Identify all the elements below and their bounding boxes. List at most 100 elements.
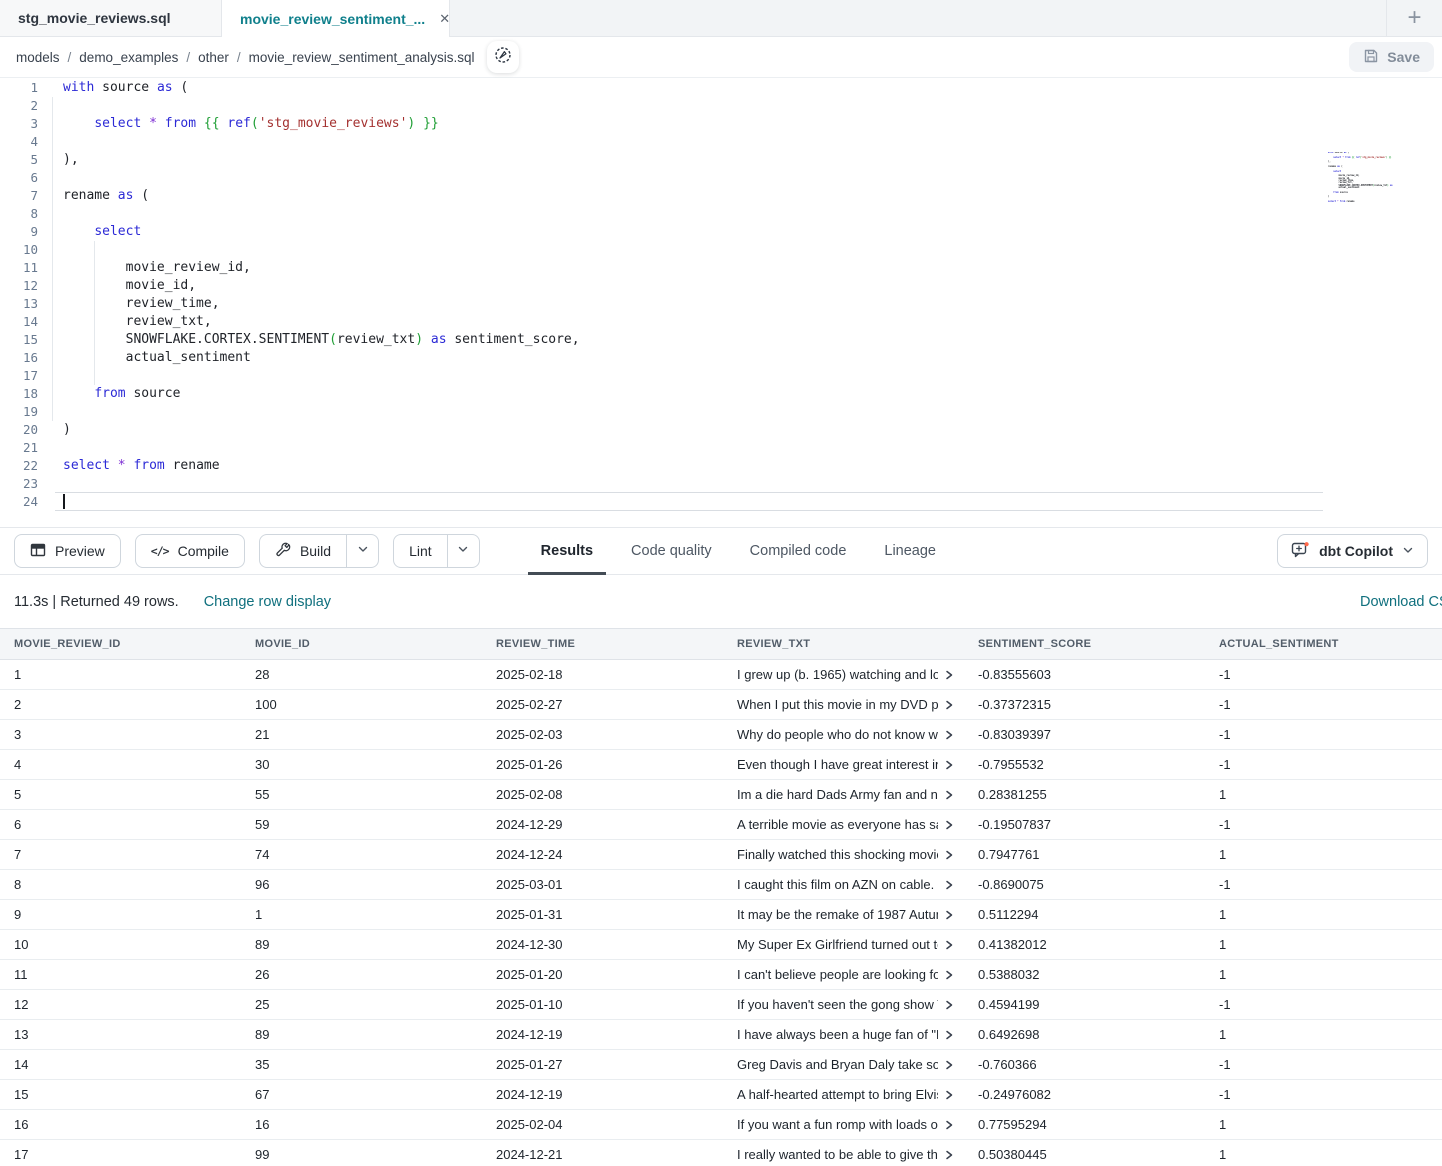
table-row[interactable]: 15672024-12-19A half-hearted attempt to … bbox=[0, 1080, 1442, 1110]
expand-review-icon[interactable] bbox=[945, 1149, 954, 1161]
column-header[interactable]: MOVIE_ID bbox=[241, 638, 482, 650]
review-text: A terrible movie as everyone has said. … bbox=[737, 817, 938, 832]
compile-button[interactable]: </> Compile bbox=[135, 534, 245, 568]
expand-review-icon[interactable] bbox=[945, 1029, 954, 1041]
expand-review-icon[interactable] bbox=[945, 849, 954, 861]
table-row[interactable]: 3212025-02-03Why do people who do not kn… bbox=[0, 720, 1442, 750]
expand-review-icon[interactable] bbox=[945, 939, 954, 951]
line-number: 4 bbox=[0, 133, 38, 151]
expand-review-icon[interactable] bbox=[945, 1059, 954, 1071]
build-dropdown-caret[interactable] bbox=[346, 535, 378, 567]
code-line: movie_review_id, bbox=[63, 259, 1322, 277]
preview-label: Preview bbox=[55, 543, 105, 559]
chevron-down-icon bbox=[1402, 543, 1414, 559]
copilot-label: dbt Copilot bbox=[1319, 543, 1393, 559]
build-button[interactable]: Build bbox=[260, 535, 346, 567]
code-line bbox=[63, 133, 1322, 151]
code-editor[interactable]: 123456789101112131415161718192021222324 … bbox=[0, 78, 1442, 527]
tab-lineage[interactable]: Lineage bbox=[865, 528, 955, 574]
table-row[interactable]: 16162025-02-04If you want a fun romp wit… bbox=[0, 1110, 1442, 1140]
breadcrumb-segment[interactable]: demo_examples bbox=[79, 50, 178, 65]
table-row[interactable]: 21002025-02-27When I put this movie in m… bbox=[0, 690, 1442, 720]
table-cell: -0.760366 bbox=[964, 1057, 1205, 1072]
tab-movie-review-sentiment[interactable]: movie_review_sentiment_... ✕ bbox=[222, 0, 450, 37]
line-number: 12 bbox=[0, 277, 38, 295]
expand-review-icon[interactable] bbox=[945, 789, 954, 801]
editor-minimap: with source as ( select * from {{ ref('s… bbox=[1328, 152, 1394, 208]
dbt-copilot-button[interactable]: dbt Copilot bbox=[1277, 534, 1428, 568]
column-header[interactable]: SENTIMENT_SCORE bbox=[964, 638, 1205, 650]
breadcrumb-segment[interactable]: models bbox=[16, 50, 60, 65]
breadcrumb-segment[interactable]: movie_review_sentiment_analysis.sql bbox=[249, 50, 475, 65]
table-cell: 0.5388032 bbox=[964, 967, 1205, 982]
table-row[interactable]: 14352025-01-27Greg Davis and Bryan Daly … bbox=[0, 1050, 1442, 1080]
close-tab-icon[interactable]: ✕ bbox=[439, 12, 450, 25]
line-number: 22 bbox=[0, 457, 38, 475]
table-cell: 14 bbox=[0, 1057, 241, 1072]
column-header[interactable]: REVIEW_TXT bbox=[723, 638, 964, 650]
table-cell: 2024-12-19 bbox=[482, 1027, 723, 1042]
new-tab-button[interactable]: + bbox=[1386, 0, 1442, 36]
review-text: Why do people who do not know what… bbox=[737, 727, 938, 742]
lint-button[interactable]: Lint bbox=[394, 535, 447, 567]
tab-results[interactable]: Results bbox=[522, 528, 612, 574]
expand-review-icon[interactable] bbox=[945, 969, 954, 981]
table-cell: 26 bbox=[241, 967, 482, 982]
expand-review-icon[interactable] bbox=[945, 729, 954, 741]
preview-button[interactable]: Preview bbox=[14, 534, 121, 568]
table-cell: 2 bbox=[0, 697, 241, 712]
table-cell: A half-hearted attempt to bring Elvis P… bbox=[723, 1087, 964, 1102]
review-text: A half-hearted attempt to bring Elvis P… bbox=[737, 1087, 938, 1102]
expand-review-icon[interactable] bbox=[945, 879, 954, 891]
change-row-display-link[interactable]: Change row display bbox=[204, 594, 331, 610]
lint-dropdown-caret[interactable] bbox=[447, 535, 479, 567]
review-text: I have always been a huge fan of "Hom… bbox=[737, 1027, 938, 1042]
table-cell: 21 bbox=[241, 727, 482, 742]
expand-review-icon[interactable] bbox=[945, 1119, 954, 1131]
table-row[interactable]: 6592024-12-29A terrible movie as everyon… bbox=[0, 810, 1442, 840]
table-cell: 2024-12-21 bbox=[482, 1147, 723, 1162]
table-cell: 2024-12-30 bbox=[482, 937, 723, 952]
table-cell: 100 bbox=[241, 697, 482, 712]
table-cell: 11 bbox=[0, 967, 241, 982]
tab-compiled-code[interactable]: Compiled code bbox=[731, 528, 866, 574]
column-header[interactable]: REVIEW_TIME bbox=[482, 638, 723, 650]
expand-review-icon[interactable] bbox=[945, 699, 954, 711]
expand-review-icon[interactable] bbox=[945, 759, 954, 771]
tab-code-quality[interactable]: Code quality bbox=[612, 528, 731, 574]
expand-review-icon[interactable] bbox=[945, 909, 954, 921]
table-row[interactable]: 7742024-12-24Finally watched this shocki… bbox=[0, 840, 1442, 870]
table-row[interactable]: 13892024-12-19I have always been a huge … bbox=[0, 1020, 1442, 1050]
line-number: 5 bbox=[0, 151, 38, 169]
review-text: If you haven't seen the gong show TV s… bbox=[737, 997, 938, 1012]
code-line bbox=[63, 97, 1322, 115]
download-csv-link[interactable]: Download CSV bbox=[1360, 594, 1442, 610]
editor-code[interactable]: with source as ( select * from {{ ref('s… bbox=[63, 79, 1322, 511]
dbt-ide-window: stg_movie_reviews.sql movie_review_senti… bbox=[0, 0, 1442, 1166]
explore-lineage-button[interactable] bbox=[487, 41, 519, 73]
table-row[interactable]: 912025-01-31It may be the remake of 1987… bbox=[0, 900, 1442, 930]
table-row[interactable]: 10892024-12-30My Super Ex Girlfriend tur… bbox=[0, 930, 1442, 960]
review-text: When I put this movie in my DVD playe… bbox=[737, 697, 938, 712]
expand-review-icon[interactable] bbox=[945, 1089, 954, 1101]
save-button[interactable]: Save bbox=[1349, 42, 1434, 72]
expand-review-icon[interactable] bbox=[945, 669, 954, 681]
line-number: 24 bbox=[0, 493, 38, 511]
table-row[interactable]: 8962025-03-01I caught this film on AZN o… bbox=[0, 870, 1442, 900]
table-row[interactable]: 5552025-02-08Im a die hard Dads Army fan… bbox=[0, 780, 1442, 810]
editor-gutter: 123456789101112131415161718192021222324 bbox=[0, 79, 38, 511]
expand-review-icon[interactable] bbox=[945, 999, 954, 1011]
table-row[interactable]: 4302025-01-26Even though I have great in… bbox=[0, 750, 1442, 780]
table-row[interactable]: 17992024-12-21I really wanted to be able… bbox=[0, 1140, 1442, 1166]
line-number: 9 bbox=[0, 223, 38, 241]
tab-stg-movie-reviews[interactable]: stg_movie_reviews.sql bbox=[0, 0, 222, 36]
table-row[interactable]: 12252025-01-10If you haven't seen the go… bbox=[0, 990, 1442, 1020]
table-row[interactable]: 1282025-02-18I grew up (b. 1965) watchin… bbox=[0, 660, 1442, 690]
line-number: 18 bbox=[0, 385, 38, 403]
column-header[interactable]: ACTUAL_SENTIMENT bbox=[1205, 638, 1442, 650]
column-header[interactable]: MOVIE_REVIEW_ID bbox=[0, 638, 241, 650]
breadcrumb-segment[interactable]: other bbox=[198, 50, 229, 65]
expand-review-icon[interactable] bbox=[945, 819, 954, 831]
table-cell: 6 bbox=[0, 817, 241, 832]
table-row[interactable]: 11262025-01-20I can't believe people are… bbox=[0, 960, 1442, 990]
